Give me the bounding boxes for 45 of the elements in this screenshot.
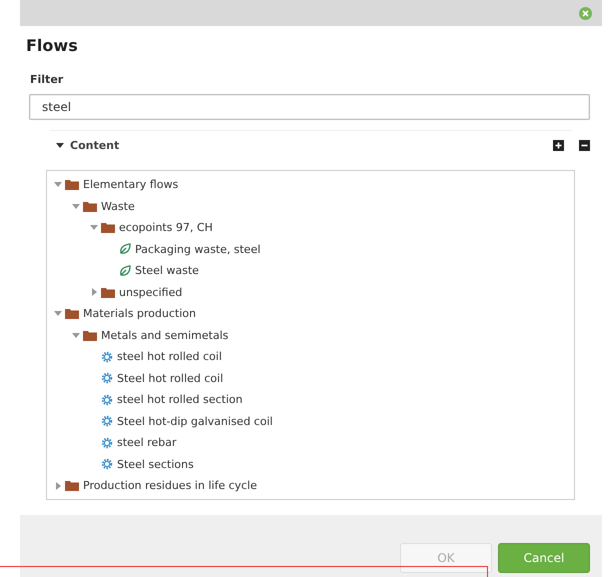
collapse-all-icon[interactable]: [579, 140, 590, 151]
tree-item[interactable]: Metals and semimetals: [101, 328, 228, 342]
gear-icon: [101, 436, 113, 449]
folder-icon: [101, 222, 115, 234]
expand-arrow-icon[interactable]: [72, 332, 80, 338]
gear-icon: [101, 394, 113, 406]
tree-item[interactable]: Packaging waste, steel: [135, 242, 261, 256]
folder-icon: [65, 308, 79, 320]
folder-icon: [65, 179, 79, 190]
caret-icon: [56, 143, 64, 148]
expand-arrow-icon[interactable]: [54, 182, 62, 188]
tree-item[interactable]: steel hot rolled coil: [117, 350, 222, 364]
leaf-icon: [119, 264, 131, 277]
folder-icon: [83, 200, 97, 212]
dialog-title: Flows: [26, 36, 79, 55]
gear-icon: [101, 372, 113, 384]
tree-item[interactable]: Steel waste: [135, 264, 199, 278]
gear-icon: [101, 458, 113, 470]
tree-item[interactable]: Waste: [101, 200, 135, 213]
gear-icon: [101, 415, 113, 428]
gear-icon: [101, 350, 113, 363]
folder-icon: [83, 330, 97, 341]
leaf-icon: [119, 243, 131, 256]
tree-item[interactable]: Production residues in life cycle: [83, 479, 258, 492]
tree-item[interactable]: ecopoints 97, CH: [119, 221, 213, 234]
tree-item[interactable]: Steel sections: [117, 458, 194, 471]
collapse-arrow-icon[interactable]: [56, 482, 60, 490]
tree-item[interactable]: Steel hot-dip galvanised coil: [117, 414, 273, 428]
tree-item[interactable]: steel rebar: [117, 436, 176, 450]
expand-arrow-icon[interactable]: [72, 204, 80, 209]
expand-arrow-icon[interactable]: [90, 225, 98, 230]
tree-item[interactable]: Steel hot rolled coil: [117, 372, 224, 385]
folder-icon: [101, 286, 115, 298]
collapse-arrow-icon[interactable]: [92, 288, 96, 296]
close-icon[interactable]: [579, 6, 592, 20]
filter-label: Filter: [30, 73, 64, 86]
folder-icon: [65, 480, 79, 492]
expand-arrow-icon[interactable]: [54, 311, 62, 316]
tree-item[interactable]: unspecified: [119, 286, 182, 299]
content-toggle[interactable]: Content: [56, 139, 120, 152]
tree-item[interactable]: Elementary flows: [83, 178, 178, 192]
filter-field[interactable]: steel: [29, 94, 590, 120]
tree-item[interactable]: steel hot rolled section: [117, 393, 243, 406]
expand-all-icon[interactable]: [553, 140, 564, 151]
tree-item[interactable]: Materials production: [83, 307, 196, 320]
